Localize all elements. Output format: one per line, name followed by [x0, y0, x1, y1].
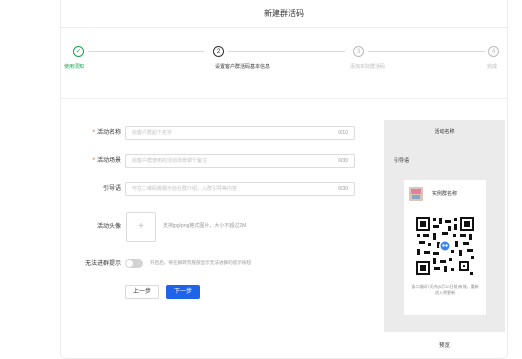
- name-label: 活动名称: [96, 130, 121, 136]
- step-4-label: 完成: [487, 64, 498, 70]
- step-connector: [228, 51, 345, 52]
- required-mark: *: [92, 158, 95, 164]
- activity-name-count: 0/10: [338, 130, 348, 136]
- preview-panel: 活动名称 引导语 实例群名称 该二维码7天内(5月10日前)有效，重新进入将更新: [384, 120, 505, 332]
- step-2-number: 2: [213, 46, 224, 57]
- full-tip-toggle[interactable]: [125, 259, 143, 268]
- step-connector: [88, 51, 204, 52]
- step-1-label: 使用须知: [64, 64, 85, 70]
- step-3-label: 添加实际群活码: [350, 64, 386, 70]
- preview-guide-label: 引导语: [394, 158, 410, 164]
- step-connector: [368, 51, 485, 52]
- avatar-upload-hint: 支持jpg/png格式图片，大小不超过2M: [163, 223, 247, 229]
- scene-row: * 活动场景: [0, 154, 121, 168]
- dialog-title: 新建群活码: [61, 0, 507, 28]
- name-row: * 活动名称: [0, 126, 121, 140]
- activity-scene-placeholder: 给客户群使用的活动场景做个备注: [132, 158, 208, 164]
- guide-row: 引导语: [0, 182, 121, 196]
- scene-label: 活动场景: [96, 158, 121, 164]
- previous-step-button[interactable]: 上一步: [125, 285, 159, 299]
- full-tip-hint: 开启后，将在群转页底部显示无法进群的提示按钮: [150, 260, 252, 265]
- group-avatar: [409, 187, 423, 201]
- avatar-row: 活动头像: [0, 220, 121, 234]
- required-mark: *: [92, 130, 95, 136]
- full-tip-label: 无法进群提示: [84, 261, 121, 267]
- preview-group-name: 实例群名称: [432, 191, 458, 197]
- section-divider: [61, 98, 507, 99]
- activity-name-input[interactable]: 给客户群起个名字 0/10: [125, 126, 355, 140]
- preview-label: 预览: [438, 343, 450, 349]
- step-2-label: 设置客户群活码基本信息: [215, 64, 271, 70]
- step-3-number: 3: [353, 46, 364, 57]
- avatar-label: 活动头像: [96, 224, 121, 230]
- qr-validity-hint: 该二维码7天内(5月10日前)有效，重新进入将更新: [411, 284, 479, 295]
- full-tip-row: 无法进群提示: [0, 257, 121, 271]
- avatar-upload-button[interactable]: +: [126, 212, 156, 242]
- next-step-button[interactable]: 下一步: [166, 285, 200, 299]
- guide-text-count: 0/30: [338, 186, 348, 192]
- guide-text-placeholder: 可在二维码旁展示给社群介绍，入群引导等内容: [132, 186, 238, 192]
- activity-name-placeholder: 给客户群起个名字: [132, 130, 173, 136]
- guide-label: 引导语: [102, 186, 121, 192]
- step-1-check-icon: ✓: [73, 46, 84, 57]
- step-4-number: 4: [488, 46, 499, 57]
- step-indicator: ✓ 使用须知 2 设置客户群活码基本信息 3 添加实际群活码 4 完成: [61, 46, 507, 78]
- guide-text-input[interactable]: 可在二维码旁展示给社群介绍，入群引导等内容 0/30: [125, 182, 355, 196]
- activity-scene-count: 0/30: [338, 158, 348, 164]
- preview-group-card: 实例群名称 该二维码7天内(5月10日前)有效，重新进入将更新: [404, 180, 486, 315]
- activity-scene-input[interactable]: 给客户群使用的活动场景做个备注 0/30: [125, 154, 355, 168]
- preview-activity-name: 活动名称: [434, 129, 455, 135]
- qr-code-icon: [415, 216, 475, 276]
